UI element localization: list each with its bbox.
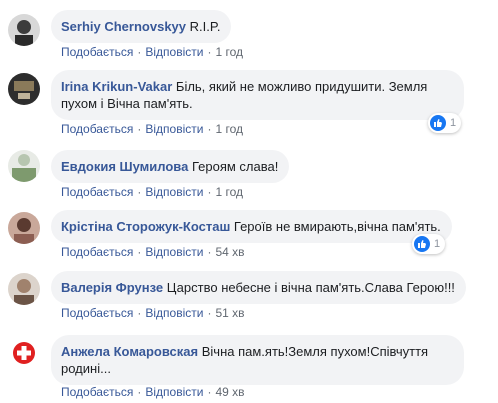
separator: ·	[137, 45, 142, 59]
reaction-number: 1	[434, 238, 441, 250]
comment-actions: Подобається · Відповісти · 1 год	[61, 44, 243, 60]
like-button[interactable]: Подобається	[61, 245, 133, 259]
comment-text: Царство небесне і вічна пам'ять.Слава Ге…	[166, 280, 455, 295]
separator: ·	[207, 45, 212, 59]
reaction-count[interactable]: 1	[412, 234, 446, 254]
reaction-number: 1	[450, 117, 457, 129]
separator: ·	[137, 122, 142, 136]
avatar[interactable]	[8, 14, 40, 46]
comment-actions: Подобається · Відповісти · 1 год	[61, 121, 243, 137]
comment-author[interactable]: Irina Krikun-Vakar	[61, 79, 172, 94]
avatar[interactable]	[8, 273, 40, 305]
like-button[interactable]: Подобається	[61, 185, 133, 199]
reply-button[interactable]: Відповісти	[145, 245, 203, 259]
like-icon	[414, 236, 430, 252]
separator: ·	[207, 306, 212, 320]
reaction-count[interactable]: 1	[428, 113, 462, 133]
comment-time[interactable]: 1 год	[215, 45, 243, 59]
comment-actions: Подобається · Відповісти · 1 год	[61, 184, 243, 200]
avatar[interactable]	[8, 150, 40, 182]
comment-author[interactable]: Крістіна Сторожук-Косташ	[61, 219, 230, 234]
comment-text: Героям слава!	[191, 159, 279, 174]
comment-text: Героїв не вмирають,вічна пам'ять.	[233, 219, 441, 234]
comment-bubble: Serhiy Chernovskyy R.I.P.	[51, 10, 232, 43]
separator: ·	[207, 385, 212, 399]
like-button[interactable]: Подобається	[61, 385, 133, 399]
separator: ·	[137, 245, 142, 259]
comment-actions: Подобається · Відповісти · 54 хв	[61, 244, 245, 260]
separator: ·	[137, 385, 142, 399]
comment-bubble: Анжела Комаровская Вічна пам.ять!Земля п…	[51, 335, 464, 385]
comment-author[interactable]: Анжела Комаровская	[61, 344, 198, 359]
reply-button[interactable]: Відповісти	[145, 385, 203, 399]
comment-bubble: Irina Krikun-Vakar Біль, який не можливо…	[51, 70, 464, 120]
comment-time[interactable]: 54 хв	[215, 245, 244, 259]
separator: ·	[137, 185, 142, 199]
like-button[interactable]: Подобається	[61, 122, 133, 136]
comment-time[interactable]: 49 хв	[215, 385, 244, 399]
comment-time[interactable]: 1 год	[215, 122, 243, 136]
like-button[interactable]: Подобається	[61, 45, 133, 59]
like-button[interactable]: Подобається	[61, 306, 133, 320]
like-icon	[430, 115, 446, 131]
reply-button[interactable]: Відповісти	[145, 45, 203, 59]
reply-button[interactable]: Відповісти	[145, 185, 203, 199]
avatar[interactable]	[8, 337, 40, 369]
reply-button[interactable]: Відповісти	[145, 122, 203, 136]
separator: ·	[207, 185, 212, 199]
comment-author[interactable]: Евдокия Шумилова	[61, 159, 188, 174]
comment-time[interactable]: 1 год	[215, 185, 243, 199]
comment-time[interactable]: 51 хв	[215, 306, 244, 320]
comment-author[interactable]: Валерія Фрунзе	[61, 280, 163, 295]
comment-bubble: Крістіна Сторожук-Косташ Героїв не вмира…	[51, 210, 452, 243]
comment-bubble: Евдокия Шумилова Героям слава!	[51, 150, 290, 183]
separator: ·	[207, 122, 212, 136]
comment-actions: Подобається · Відповісти · 49 хв	[61, 384, 245, 400]
comment-actions: Подобається · Відповісти · 51 хв	[61, 305, 245, 321]
avatar[interactable]	[8, 73, 40, 105]
comment-text: R.I.P.	[189, 19, 221, 34]
reply-button[interactable]: Відповісти	[145, 306, 203, 320]
comment-author[interactable]: Serhiy Chernovskyy	[61, 19, 186, 34]
avatar[interactable]	[8, 212, 40, 244]
separator: ·	[207, 245, 212, 259]
comment-bubble: Валерія Фрунзе Царство небесне і вічна п…	[51, 271, 466, 304]
separator: ·	[137, 306, 142, 320]
